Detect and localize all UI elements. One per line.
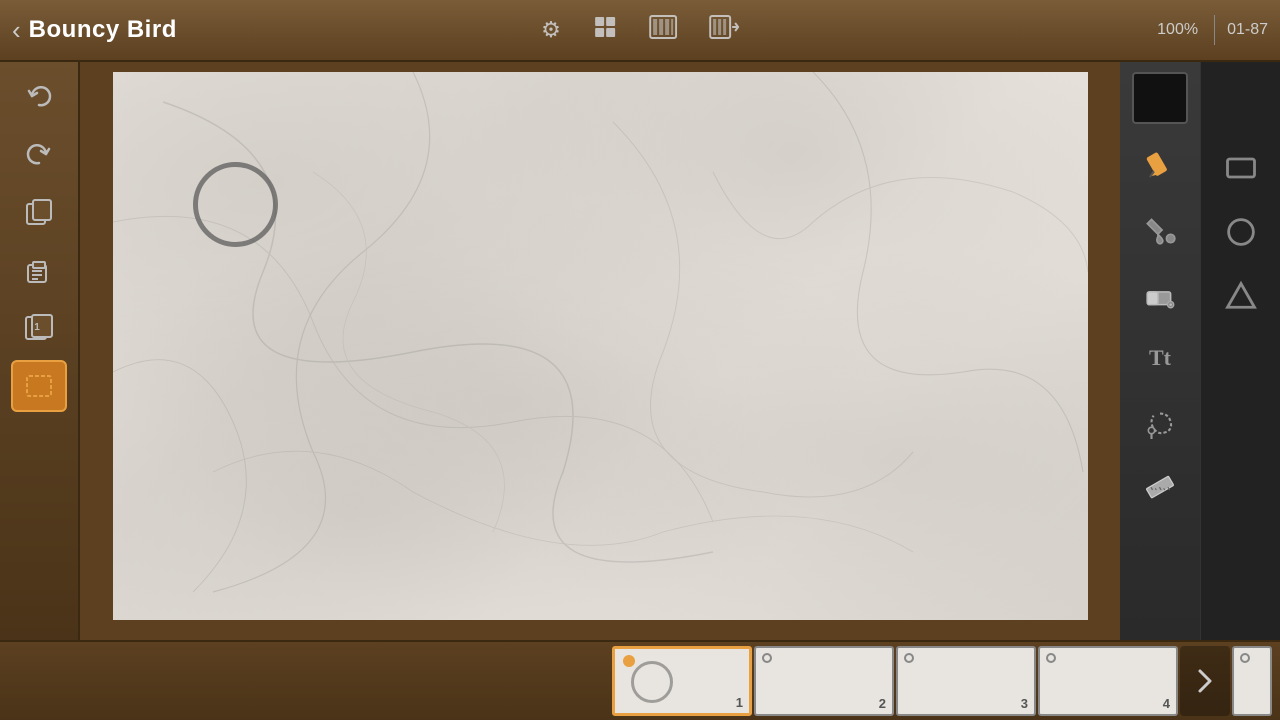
redo-button[interactable] — [11, 128, 67, 180]
filmstrip-frame-1[interactable]: 1 — [612, 646, 752, 716]
frame-dot-orange — [623, 655, 635, 667]
filmstrip-frame-5[interactable] — [1232, 646, 1272, 716]
filmstrip-frame-2[interactable]: 2 — [754, 646, 894, 716]
pen-tool-button[interactable] — [1128, 136, 1192, 196]
divider — [1214, 15, 1215, 45]
top-bar-center: ⚙ — [541, 15, 739, 45]
left-toolbar: 1 — [0, 62, 80, 640]
filmstrip-frame-4[interactable]: 4 — [1038, 646, 1178, 716]
copy-button[interactable] — [11, 186, 67, 238]
lasso-tool-button[interactable] — [1128, 392, 1192, 452]
export-icon[interactable] — [709, 15, 739, 45]
grid-icon[interactable] — [593, 15, 617, 45]
rectangle-shape-button[interactable] — [1209, 138, 1273, 198]
undo-button[interactable] — [11, 70, 67, 122]
settings-icon[interactable]: ⚙ — [541, 17, 561, 43]
svg-text:1: 1 — [34, 322, 40, 333]
filmstrip-frame-3[interactable]: 3 — [896, 646, 1036, 716]
back-button[interactable]: ‹ — [12, 17, 21, 43]
text-tool-button[interactable]: Tt — [1128, 328, 1192, 388]
eraser-tool-button[interactable] — [1128, 264, 1192, 324]
frame-dot-4 — [1046, 653, 1056, 663]
zoom-level: 100% — [1157, 21, 1198, 39]
right-toolbar: Tt — [1120, 62, 1200, 640]
current-frame-button[interactable] — [11, 360, 67, 412]
play-icon[interactable] — [649, 15, 677, 45]
app-title: Bouncy Bird — [29, 16, 177, 44]
filmstrip: 1 2 3 4 — [0, 640, 1280, 720]
frame-dot-5 — [1240, 653, 1250, 663]
triangle-shape-button[interactable] — [1209, 266, 1273, 326]
drawing-canvas[interactable] — [113, 72, 1088, 620]
far-right-toolbar — [1200, 62, 1280, 640]
right-toolbars: Tt — [1120, 62, 1280, 640]
page-range: 01-87 — [1227, 21, 1268, 39]
color-swatch — [1132, 72, 1188, 124]
color-swatch-button[interactable] — [1128, 68, 1192, 128]
filmstrip-next-button[interactable] — [1180, 646, 1230, 716]
paste-button[interactable] — [11, 244, 67, 296]
frame-number-1: 1 — [736, 695, 743, 710]
frame-dot-2 — [762, 653, 772, 663]
top-bar: ‹ Bouncy Bird ⚙ — [0, 0, 1280, 62]
crinkle-lines — [113, 72, 1088, 620]
frame-dot-3 — [904, 653, 914, 663]
fill-tool-button[interactable] — [1128, 200, 1192, 260]
frame-number-4: 4 — [1163, 696, 1170, 711]
ruler-tool-button[interactable] — [1128, 456, 1192, 516]
circle-shape-button[interactable] — [1209, 202, 1273, 262]
frame-circle-thumb — [631, 661, 673, 703]
canvas-area — [80, 62, 1120, 640]
frame-number-2: 2 — [879, 696, 886, 711]
frame-number-3: 3 — [1021, 696, 1028, 711]
top-bar-right: 100% 01-87 — [1157, 15, 1268, 45]
main-area: 1 — [0, 62, 1280, 640]
frames-button[interactable]: 1 — [11, 302, 67, 354]
drawn-circle — [193, 162, 278, 247]
